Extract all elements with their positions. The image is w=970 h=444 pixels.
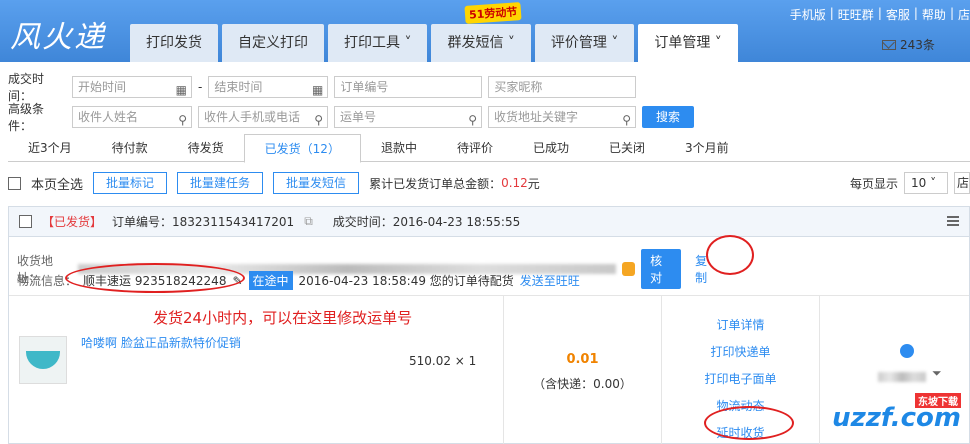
deal-time: 成交时间：2016-04-23 18:55:55	[332, 215, 521, 229]
shop-link[interactable]: 店	[958, 6, 970, 23]
bulk-task-button[interactable]: 批量建任务	[177, 172, 264, 194]
watermark: uzzf.com 东坡下载	[832, 393, 961, 433]
shipping-fee: （含快递：0.00）	[533, 377, 632, 391]
transit-info: 2016-04-23 18:58:49 您的订单待配货	[298, 274, 514, 288]
nav-tab-review-manage[interactable]: 评价管理 ˅	[534, 24, 635, 62]
nav-tab-print-ship[interactable]: 打印发货	[130, 24, 218, 62]
tab-pending-ship[interactable]: 待发货	[168, 134, 244, 162]
highlight-extend	[704, 406, 794, 440]
main-nav: 打印发货 自定义打印 打印工具 ˅ 群发短信 ˅ 评价管理 ˅ 订单管理 ˅	[130, 24, 738, 62]
tab-before-3-months[interactable]: 3个月前	[665, 134, 749, 162]
per-page-label: 每页显示	[849, 176, 898, 191]
order-header: 【已发货】 订单编号：1832311543417201 ⧉ 成交时间：2016-…	[9, 207, 969, 237]
start-time-input[interactable]: 开始时间 ▦	[72, 76, 192, 98]
shop-select[interactable]: 店	[954, 172, 970, 194]
highlight-verify	[706, 235, 754, 275]
search-icon: ⚲	[178, 113, 187, 127]
tab-success[interactable]: 已成功	[513, 134, 589, 162]
tab-last-3-months[interactable]: 近3个月	[8, 134, 92, 162]
top-header: 风火递 51劳动节 打印发货 自定义打印 打印工具 ˅ 群发短信 ˅ 评价管理 …	[0, 0, 970, 62]
mobile-link[interactable]: 手机版	[790, 6, 826, 23]
order-status-tabs: 近3个月 待付款 待发货 已发货（12） 退款中 待评价 已成功 已关闭 3个月…	[8, 134, 970, 163]
filter-row-2: 高级条件： 收件人姓名 ⚲ 收件人手机或电话 ⚲ 运单号 ⚲ 收货地址关键字 ⚲ 搜索	[8, 100, 695, 134]
tab-pending-payment[interactable]: 待付款	[92, 134, 168, 162]
advanced-label: 高级条件：	[8, 102, 45, 133]
nav-tab-bulk-sms[interactable]: 群发短信 ˅	[431, 24, 531, 62]
wangwang-icon[interactable]	[900, 344, 914, 358]
tab-refunding[interactable]: 退款中	[361, 134, 437, 162]
buyer-nick-input[interactable]: 买家昵称	[488, 76, 637, 98]
promo-badge[interactable]: 51劳动节	[464, 2, 522, 24]
filter-icon[interactable]: ⏷	[932, 366, 942, 381]
order-item-row: 哈喽啊 脸盆正品新款特价促销 510.02 × 1 0.01 （含快递：0.00…	[9, 295, 969, 444]
calendar-icon: ▦	[312, 83, 324, 97]
deal-time-label: 成交时间：	[8, 72, 45, 103]
order-number: 订单编号：1832311543417201	[112, 215, 295, 229]
mailbox[interactable]: 243条	[882, 36, 935, 53]
per-page-select[interactable]: 10 ˅	[904, 172, 948, 194]
order-detail-link[interactable]: 订单详情	[716, 316, 764, 333]
product-price-qty: 510.02 × 1	[409, 354, 477, 368]
service-link[interactable]: 客服	[886, 6, 910, 23]
verify-button[interactable]: 核对	[641, 249, 682, 289]
receiver-phone-input[interactable]: 收件人手机或电话 ⚲	[198, 106, 328, 128]
print-eorder-link[interactable]: 打印电子面单	[704, 370, 776, 387]
total-amount-value: 0.12	[501, 176, 528, 190]
mail-icon	[882, 39, 896, 50]
tab-pending-review[interactable]: 待评价	[437, 134, 513, 162]
range-dash: -	[198, 80, 203, 94]
total-amount-label: 累计已发货订单总金额：	[369, 176, 502, 191]
calendar-icon: ▦	[175, 83, 187, 97]
buyer-nick-blurred	[878, 372, 926, 382]
filter-row-1: 成交时间： 开始时间 ▦ - 结束时间 ▦ 订单编号 买家昵称	[8, 70, 637, 104]
page-size-control: 每页显示 10 ˅ 店	[850, 172, 970, 194]
nav-tab-order-manage[interactable]: 订单管理 ˅	[638, 24, 738, 62]
help-link[interactable]: 帮助	[922, 6, 946, 23]
order-no-input[interactable]: 订单编号	[334, 76, 483, 98]
search-icon: ⚲	[314, 113, 323, 127]
bulk-toolbar: 本页全选 批量标记 批量建任务 批量发短信 累计已发货订单总金额： 0.12 元…	[8, 172, 970, 194]
address-keyword-input[interactable]: 收货地址关键字 ⚲	[488, 106, 636, 128]
transit-badge: 在途中	[248, 271, 293, 290]
waybill-input[interactable]: 运单号 ⚲	[334, 106, 482, 128]
product-image[interactable]	[19, 336, 67, 384]
highlight-waybill	[65, 263, 245, 293]
order-card: 【已发货】 订单编号：1832311543417201 ⧉ 成交时间：2016-…	[8, 206, 970, 444]
menu-icon[interactable]	[947, 216, 959, 226]
app-logo: 风火递	[10, 20, 106, 55]
send-wangwang-link[interactable]: 发送至旺旺	[520, 272, 580, 289]
copy-icon[interactable]: ⧉	[304, 214, 313, 229]
nav-tab-custom-print[interactable]: 自定义打印	[222, 24, 324, 62]
search-icon: ⚲	[468, 113, 477, 127]
mail-count: 243条	[900, 38, 935, 52]
total-amount-unit: 元	[527, 176, 540, 191]
tab-shipped[interactable]: 已发货（12）	[243, 134, 361, 163]
order-amount: 0.01	[566, 352, 599, 367]
phone-icon[interactable]	[622, 262, 636, 276]
search-button[interactable]: 搜索	[642, 106, 695, 128]
wangwang-group-link[interactable]: 旺旺群	[838, 6, 874, 23]
product-title[interactable]: 哈喽啊 脸盆正品新款特价促销	[81, 334, 241, 351]
search-icon: ⚲	[622, 113, 631, 127]
select-all-label: 本页全选	[31, 177, 84, 193]
top-links: 手机版 | 旺旺群 | 客服 | 帮助 | 店	[789, 6, 970, 23]
select-all-checkbox[interactable]	[8, 176, 21, 190]
order-status: 【已发货】	[42, 215, 103, 229]
order-checkbox[interactable]	[19, 215, 32, 228]
receiver-name-input[interactable]: 收件人姓名 ⚲	[72, 106, 192, 128]
end-time-input[interactable]: 结束时间 ▦	[208, 76, 329, 98]
nav-tab-print-tools[interactable]: 打印工具 ˅	[328, 24, 428, 62]
amount-column: 0.01 （含快递：0.00）	[503, 296, 661, 444]
bulk-sms-button[interactable]: 批量发短信	[273, 172, 360, 194]
bulk-mark-button[interactable]: 批量标记	[93, 172, 168, 194]
print-express-link[interactable]: 打印快递单	[710, 343, 770, 360]
tab-closed[interactable]: 已关闭	[589, 134, 665, 162]
